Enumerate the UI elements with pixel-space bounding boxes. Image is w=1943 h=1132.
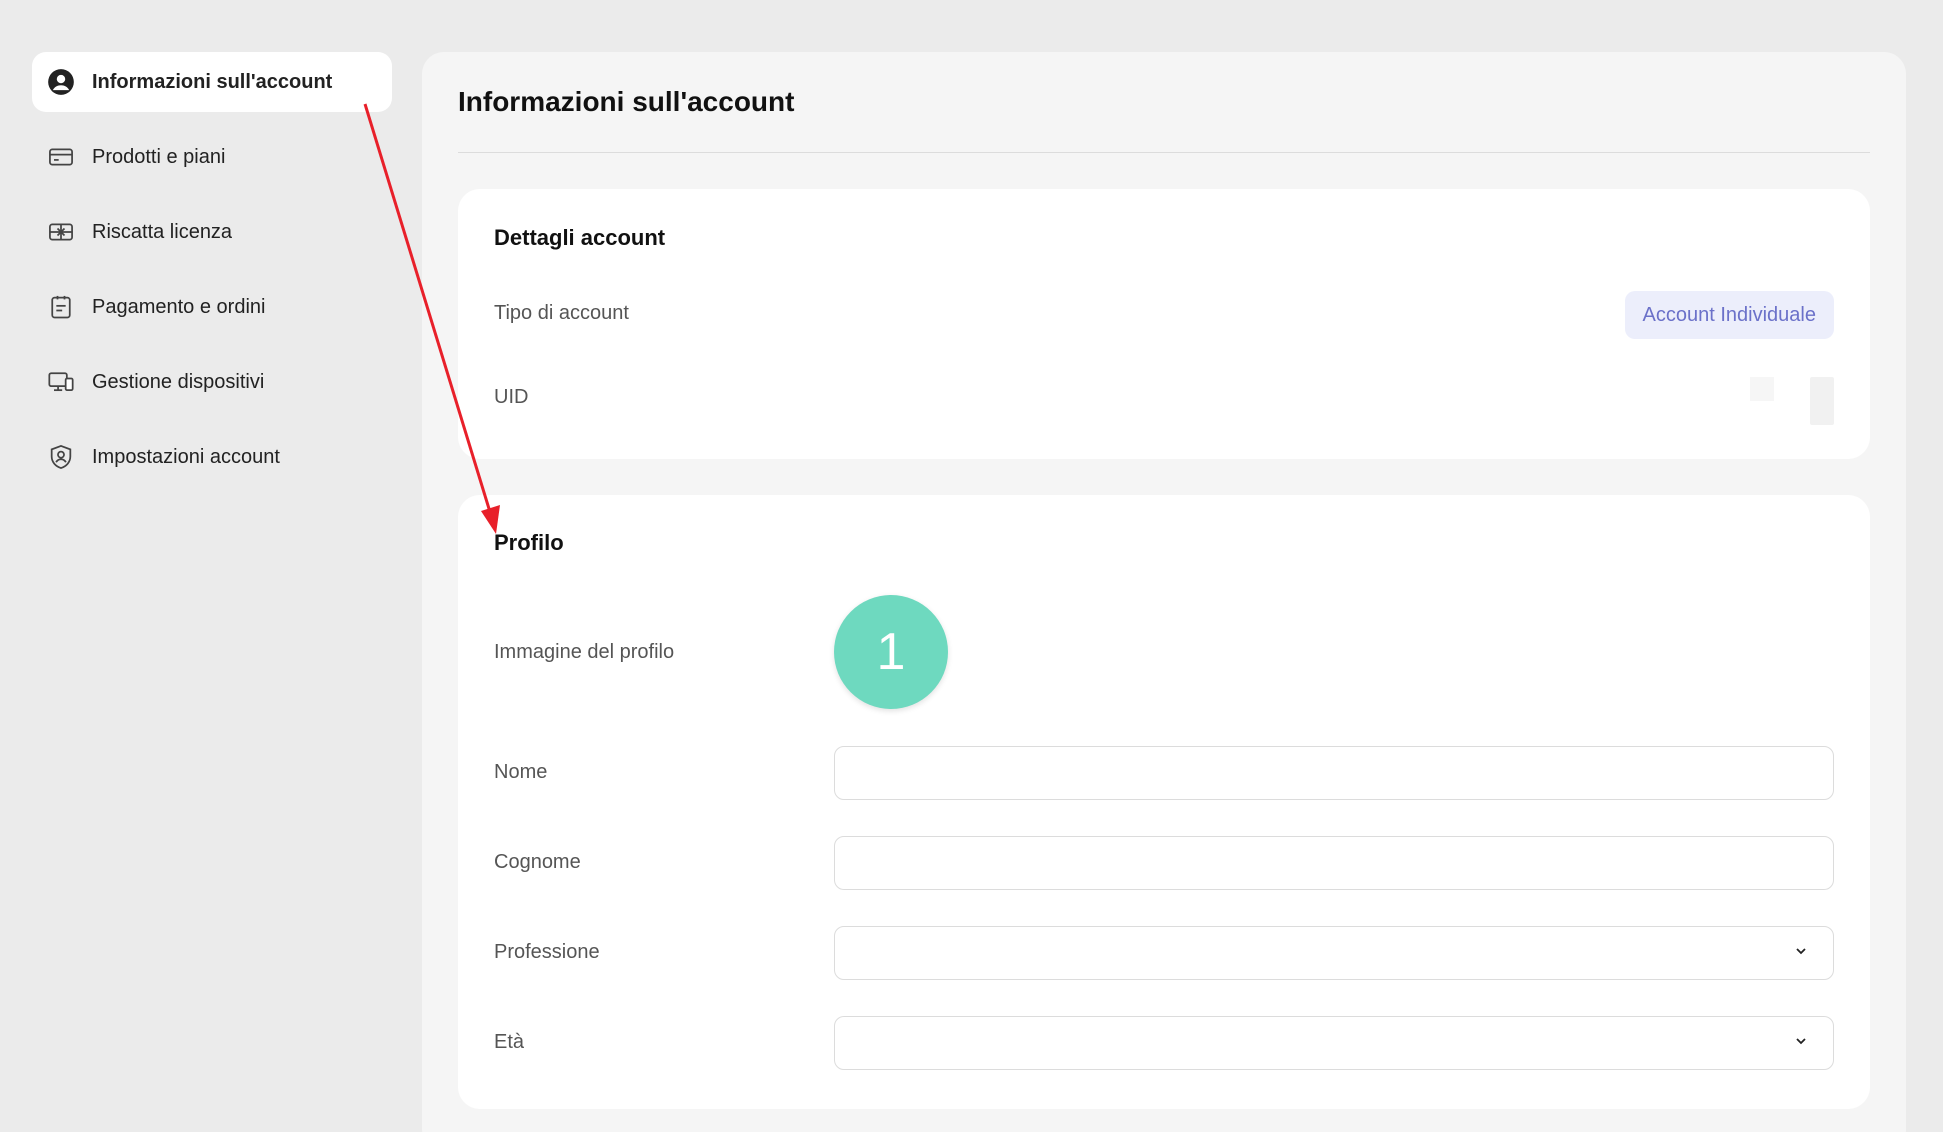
account-type-label: Tipo di account bbox=[494, 302, 629, 324]
sidebar-item-account-settings[interactable]: Impostazioni account bbox=[32, 427, 392, 487]
uid-copy-area bbox=[1810, 377, 1834, 425]
chevron-down-icon bbox=[1793, 1033, 1809, 1054]
clipboard-icon bbox=[46, 292, 76, 322]
sidebar-item-label: Pagamento e ordini bbox=[92, 295, 266, 318]
last-name-field[interactable] bbox=[834, 836, 1834, 890]
title-divider bbox=[458, 152, 1870, 153]
sidebar-nav: Informazioni sull'account Prodotti e pia… bbox=[32, 52, 392, 502]
profession-select[interactable] bbox=[834, 926, 1834, 980]
sidebar-item-account-info[interactable]: Informazioni sull'account bbox=[32, 52, 392, 112]
profile-title: Profilo bbox=[494, 530, 564, 555]
profile-image-label: Immagine del profilo bbox=[494, 641, 675, 663]
sidebar-item-label: Prodotti e piani bbox=[92, 145, 226, 168]
sidebar-item-products-plans[interactable]: Prodotti e piani bbox=[32, 127, 392, 187]
sidebar-item-label: Informazioni sull'account bbox=[92, 70, 333, 93]
devices-icon bbox=[46, 367, 76, 397]
uid-label: UID bbox=[494, 386, 529, 408]
sidebar-item-payments-orders[interactable]: Pagamento e ordini bbox=[32, 277, 392, 337]
account-details-card: Dettagli account Tipo di account Account… bbox=[458, 189, 1870, 459]
account-details-title: Dettagli account bbox=[494, 225, 666, 250]
sidebar-item-label: Impostazioni account bbox=[92, 445, 280, 468]
sidebar-item-label: Gestione dispositivi bbox=[92, 370, 265, 393]
shield-user-icon bbox=[46, 442, 76, 472]
uid-value-redacted bbox=[1750, 377, 1774, 401]
avatar[interactable]: 1 bbox=[834, 595, 948, 709]
age-label: Età bbox=[494, 1031, 525, 1053]
chevron-down-icon bbox=[1793, 943, 1809, 964]
user-circle-icon bbox=[46, 67, 76, 97]
profile-card: Profilo Immagine del profilo 1 Nome Cogn… bbox=[458, 495, 1870, 1109]
last-name-label: Cognome bbox=[494, 851, 581, 873]
main-panel: Informazioni sull'account Dettagli accou… bbox=[422, 52, 1906, 1132]
profession-label: Professione bbox=[494, 941, 600, 963]
first-name-field[interactable] bbox=[834, 746, 1834, 800]
page-title: Informazioni sull'account bbox=[458, 86, 795, 117]
sidebar-item-label: Riscatta licenza bbox=[92, 220, 233, 243]
credit-card-icon bbox=[46, 142, 76, 172]
gift-icon bbox=[46, 217, 76, 247]
first-name-label: Nome bbox=[494, 761, 548, 783]
age-select[interactable] bbox=[834, 1016, 1834, 1070]
sidebar-item-device-management[interactable]: Gestione dispositivi bbox=[32, 352, 392, 412]
account-type-badge: Account Individuale bbox=[1624, 291, 1834, 339]
sidebar-item-redeem-license[interactable]: Riscatta licenza bbox=[32, 202, 392, 262]
